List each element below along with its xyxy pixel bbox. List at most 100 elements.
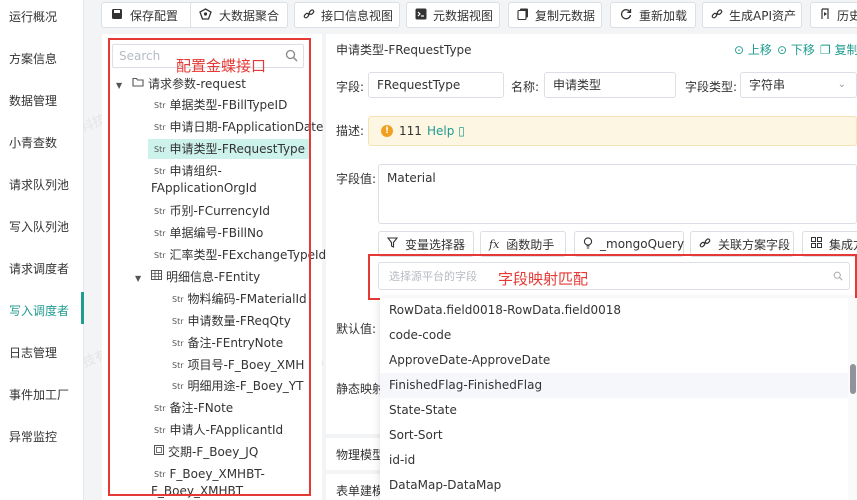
- nav-item-write-scheduler[interactable]: 写入调度者: [9, 302, 69, 319]
- chevron-down-icon[interactable]: ▼: [135, 269, 145, 289]
- tree-node-label-continued: FApplicationOrgId: [151, 181, 257, 195]
- value-textarea[interactable]: Material: [378, 164, 857, 224]
- dropdown-option[interactable]: RowData.field0018-RowData.field0018: [380, 298, 848, 323]
- nav-item-write-queue[interactable]: 写入队列池: [9, 218, 69, 235]
- nav-item-exception-monitor[interactable]: 异常监控: [9, 428, 57, 445]
- tree-node[interactable]: ▼ 明细信息-FEntity: [135, 267, 260, 287]
- big-data-aggregate-button[interactable]: 大数据聚合: [190, 2, 288, 28]
- value-text: Material: [387, 171, 436, 185]
- copy-metadata-button[interactable]: 复制元数据: [508, 2, 602, 28]
- static-mapping-label: 静态映射: [336, 382, 385, 396]
- filter-icon: [386, 237, 399, 251]
- tree-node[interactable]: Str 申请人-FApplicantId: [154, 420, 283, 440]
- generate-api-asset-button[interactable]: 生成API资产: [702, 2, 802, 28]
- nav-item-event-factory[interactable]: 事件加工厂: [9, 386, 69, 403]
- tree-node[interactable]: Str 汇率类型-FExchangeTypeId: [154, 245, 326, 265]
- nav-item-data-query[interactable]: 小青查数: [9, 134, 57, 151]
- tree-node[interactable]: Str 备注-FNote: [154, 398, 233, 418]
- dropdown-option[interactable]: DataMap-DataMap: [380, 473, 848, 498]
- reload-icon: [619, 8, 633, 23]
- field-name-input[interactable]: 申请类型: [544, 72, 676, 98]
- string-type-icon: Str: [154, 101, 166, 110]
- tree-node[interactable]: Str 币别-FCurrencyId: [154, 201, 270, 221]
- tree-node[interactable]: Str 单据编号-FBillNo: [154, 223, 263, 243]
- chevron-down-icon[interactable]: ▼: [116, 76, 126, 96]
- tree-node-selected[interactable]: Str 申请类型-FRequestType: [148, 139, 310, 159]
- tree-node-label: 明细信息-FEntity: [166, 270, 261, 284]
- tree-node-label: 单据编号-FBillNo: [169, 226, 264, 240]
- tree-node-label: 汇率类型-FExchangeTypeId: [169, 248, 327, 262]
- warning-icon: !: [381, 125, 393, 137]
- dropdown-option[interactable]: code-code: [380, 323, 848, 348]
- dropdown-option[interactable]: id-id: [380, 448, 848, 473]
- tree-node[interactable]: Str 申请日期-FApplicationDate: [154, 117, 323, 137]
- side-nav: 运行概况 方案信息 数据管理 小青查数 请求队列池 写入队列池 请求调度者 写入…: [0, 0, 84, 500]
- dropdown-option-hovered[interactable]: FinishedFlag-FinishedFlag: [380, 373, 848, 398]
- field-type-select[interactable]: 字符串 ⌄: [740, 72, 857, 98]
- dropdown-option[interactable]: ApproveDate-ApproveDate: [380, 348, 848, 373]
- nav-item-data-management[interactable]: 数据管理: [9, 92, 57, 109]
- move-up-link[interactable]: ⊙ 上移: [734, 41, 772, 58]
- metadata-view-button[interactable]: 元数据视图: [406, 2, 500, 28]
- tree-node-label: F_Boey_XMHBT-: [169, 467, 265, 481]
- source-field-select: [378, 262, 850, 290]
- description-text: 111: [399, 124, 422, 138]
- nav-item-log-management[interactable]: 日志管理: [9, 344, 57, 361]
- detail-title: 申请类型-FRequestType: [336, 43, 472, 57]
- function-helper-button[interactable]: fx 函数助手: [480, 231, 566, 257]
- tree-node[interactable]: Str 明细用途-F_Boey_YT: [172, 376, 303, 396]
- nav-active-indicator: [81, 292, 84, 324]
- api-info-view-button[interactable]: 接口信息视图: [294, 2, 400, 28]
- save-config-button[interactable]: 保存配置: [101, 2, 201, 28]
- nav-item-overview[interactable]: 运行概况: [9, 8, 57, 25]
- tree-node-label: 物料编码-FMaterialId: [187, 292, 307, 306]
- tree-node-label: 申请人-FApplicantId: [169, 423, 284, 437]
- move-down-link[interactable]: ⊙ 下移: [777, 41, 815, 58]
- link-plan-field-button[interactable]: 关联方案字段: [690, 231, 794, 257]
- function-icon: fx: [489, 237, 500, 251]
- string-type-icon: Str: [154, 167, 166, 176]
- nav-item-request-scheduler[interactable]: 请求调度者: [9, 260, 69, 277]
- search-icon[interactable]: [285, 49, 298, 62]
- tree-node[interactable]: Str 单据类型-FBillTypeID: [154, 95, 287, 115]
- aggregate-icon: [199, 7, 213, 23]
- reload-button[interactable]: 重新加载: [610, 2, 696, 28]
- table-icon: [151, 268, 162, 288]
- save-icon: [110, 8, 124, 23]
- tree-node-label: 申请数量-FReqQty: [187, 314, 291, 328]
- tree-node[interactable]: Str F_Boey_XMHBT-: [154, 464, 265, 484]
- link-plan-field-label: 关联方案字段: [718, 237, 791, 252]
- nav-item-request-queue[interactable]: 请求队列池: [9, 176, 69, 193]
- string-type-icon: Str: [154, 470, 166, 479]
- string-type-icon: Str: [172, 295, 184, 304]
- move-down-label: 下移: [790, 43, 815, 57]
- big-data-aggregate-label: 大数据聚合: [218, 8, 279, 23]
- toolbar: 保存配置 大数据聚合 接口信息视图 元数据视图 复制元数据 重新加载 生成API…: [84, 0, 857, 30]
- integration-button[interactable]: 集成方: [802, 231, 857, 257]
- tree-node[interactable]: Str 申请组织-: [154, 161, 222, 181]
- string-type-icon: Str: [154, 123, 166, 132]
- string-type-icon: Str: [154, 145, 166, 154]
- dropdown-option[interactable]: State-State: [380, 398, 848, 423]
- dropdown-scrollbar-thumb[interactable]: [850, 364, 856, 394]
- tree-node[interactable]: Str 物料编码-FMaterialId: [172, 289, 307, 309]
- description-box: ! 111 Help ▯: [368, 116, 857, 146]
- dropdown-option[interactable]: Sort-Sort: [380, 423, 848, 448]
- mongo-query-button[interactable]: _mongoQuery: [574, 231, 684, 257]
- chevron-down-icon: ⌄: [837, 79, 846, 90]
- variable-selector-button[interactable]: 变量选择器: [378, 231, 474, 257]
- nav-item-plan-info[interactable]: 方案信息: [9, 50, 57, 67]
- tree-node[interactable]: Str 申请数量-FReqQty: [172, 311, 291, 331]
- field-key-input[interactable]: FRequestType: [368, 72, 504, 98]
- api-info-view-label: 接口信息视图: [321, 8, 394, 23]
- tree-node[interactable]: ▼ 请求参数-request: [116, 74, 246, 94]
- reload-label: 重新加载: [638, 8, 687, 23]
- help-link[interactable]: Help ▯: [427, 124, 465, 138]
- tree-node[interactable]: 交期-F_Boey_JQ: [154, 442, 258, 462]
- tree-node[interactable]: Str 备注-FEntryNote: [172, 333, 283, 353]
- tree-node[interactable]: Str 项目号-F_Boey_XMH: [172, 355, 304, 375]
- dropdown-scrollbar[interactable]: [848, 298, 857, 500]
- history-button[interactable]: 历史: [810, 2, 857, 28]
- source-field-options: RowData.field0018-RowData.field0018 code…: [380, 298, 857, 500]
- copy-link[interactable]: ❐ 复制: [820, 41, 857, 58]
